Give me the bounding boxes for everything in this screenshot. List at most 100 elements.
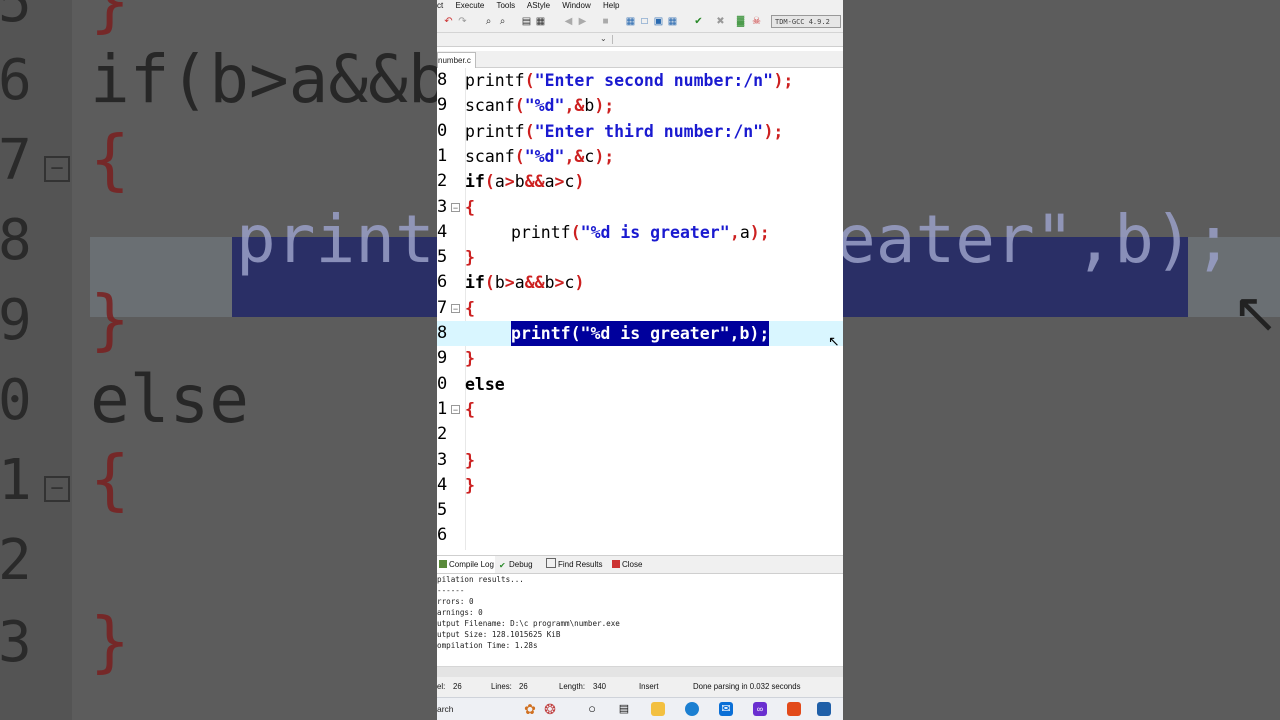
menu-item-tools[interactable]: Tools [496,1,515,10]
code-line[interactable]: 4} [437,473,843,498]
code-line[interactable]: 7−{ [437,296,843,321]
redo-icon[interactable]: ↷ [457,16,468,27]
back-icon[interactable]: ◀ [563,16,574,27]
code-token: } [465,349,475,369]
code-token: "%d is greater" [580,222,730,242]
code-token: a [494,172,505,192]
rebuild-icon[interactable]: ▦ [667,16,678,27]
code-token: b [494,273,505,293]
compile-icon[interactable]: ▦ [625,16,636,27]
line-number: 5 [437,247,448,268]
class-browser-bar: ⌄ [437,33,843,47]
run-icon[interactable]: □ [639,16,650,27]
tab-compile-log[interactable]: Compile Log [437,556,495,573]
menu-item[interactable]: ct [437,1,443,10]
taskbar-search[interactable]: arch [437,698,454,720]
replace-icon[interactable]: ⌕ [497,16,508,27]
status-message: Done parsing in 0.032 seconds [693,682,801,691]
line-number: 1 [437,145,448,166]
code-line[interactable]: 3} [437,448,843,473]
code-line[interactable]: 8 printf("Enter second number:/n"); [437,68,843,93]
code-token: else [465,374,505,394]
code-token: scanf [465,146,515,166]
office-icon[interactable] [787,702,801,716]
code-token: printf [511,222,571,242]
log-line: arnings: 0 [437,608,483,617]
fold-toggle-icon[interactable]: − [451,202,460,212]
line-number: 9 [437,348,448,369]
print-icon[interactable]: ▤ [521,16,532,27]
tab-label: Close [622,560,643,569]
background-code-line: } [90,603,130,680]
check-icon[interactable]: ✔ [693,16,704,27]
status-insert-mode: Insert [639,682,659,691]
debug-icon[interactable]: ☠ [751,16,762,27]
visual-studio-icon[interactable]: ∞ [753,702,767,716]
forward-icon[interactable]: ▶ [577,16,588,27]
menu-item-window[interactable]: Window [562,1,590,10]
fold-toggle-icon[interactable]: − [451,303,460,313]
code-line[interactable]: 3−{ [437,195,843,220]
status-bar: el: 26 Lines: 26 Length: 340 Insert Done… [437,677,843,697]
chevron-down-icon[interactable]: ⌄ [600,34,607,43]
compile-log: pilation results... ------ rrors: 0 arni… [437,574,843,666]
stop-icon[interactable]: ✖ [715,16,726,27]
chart-icon[interactable]: ▓ [735,16,746,27]
code-token: "%d" [524,96,565,116]
horizontal-scrollbar[interactable] [437,666,843,677]
edge-icon[interactable] [685,702,699,716]
code-token: b [584,96,595,116]
background-mouse-cursor-icon: ↖ [1232,281,1279,344]
compiler-select[interactable]: TDM-GCC 4.9.2 [771,15,841,28]
fold-toggle-icon[interactable]: − [451,404,460,414]
menu-item-astyle[interactable]: AStyle [527,1,550,10]
find-icon[interactable]: ⌕ [483,16,494,27]
code-line[interactable]: 2 if(a > b && a > c) [437,169,843,194]
mail-icon[interactable]: ✉ [719,702,733,716]
debug-check-icon: ✔ [499,561,506,570]
code-token: && [524,172,545,192]
code-line[interactable]: 6 [437,523,843,548]
compile-run-icon[interactable]: ▣ [653,16,664,27]
undo-icon[interactable]: ↶ [443,16,454,27]
tab-label: Debug [509,560,533,569]
cortana-icon[interactable]: ○ [585,702,599,716]
background-code-line: { [90,441,130,518]
ferris-wheel-icon[interactable]: ❂ [543,702,557,716]
code-token: printf [465,121,525,141]
code-line[interactable]: 1 scanf("%d" ,& c); [437,144,843,169]
tab-find-results[interactable]: Find Results [544,556,602,573]
code-token: b [514,172,525,192]
code-line[interactable]: 4 printf("%d is greater", a); [437,220,843,245]
code-line[interactable]: 5 [437,498,843,523]
file-explorer-icon[interactable] [651,702,665,716]
task-view-icon[interactable]: ▤ [617,702,631,716]
toolbar: ↶ ↷ ⌕ ⌕ ▤ ▦ ◀ ▶ ■ ▦ □ ▣ ▦ ✔ ✖ ▓ ☠ TDM-GC… [437,11,843,33]
code-line[interactable]: 1−{ [437,397,843,422]
devcpp-window: ct Execute Tools AStyle Window Help ↶ ↷ … [437,0,843,720]
tab-label: Compile Log [449,560,494,569]
bookmark-icon[interactable]: ▦ [535,16,546,27]
menu-item-help[interactable]: Help [603,1,619,10]
code-line[interactable]: 0 else [437,372,843,397]
tab-number-c[interactable]: number.c [437,52,476,68]
background-line-number: 9 [0,288,32,353]
code-token: } [465,248,475,268]
code-editor[interactable]: 8 printf("Enter second number:/n"); 9 scanf… [437,68,843,550]
code-line[interactable]: 0 printf("Enter third number:/n"); [437,119,843,144]
code-line[interactable]: 9 scanf("%d" ,& b); [437,93,843,118]
devcpp-task-icon[interactable] [817,702,831,716]
background-line-number: 7 [0,128,32,193]
menu-item-execute[interactable]: Execute [455,1,484,10]
code-line[interactable]: 9} [437,346,843,371]
code-token: > [554,172,565,192]
tab-close[interactable]: Close [610,556,642,573]
toggle-icon[interactable]: ■ [600,16,611,27]
fair-icon[interactable]: ✿ [523,702,537,716]
tab-debug[interactable]: ✔ Debug [497,556,533,573]
code-line[interactable]: 5} [437,245,843,270]
code-line[interactable]: 6 if(b > a && b > c) [437,270,843,295]
code-line[interactable]: 8 printf("%d is greater",b); [437,321,843,346]
code-line[interactable]: 2 [437,422,843,447]
code-token: ); [594,96,615,116]
